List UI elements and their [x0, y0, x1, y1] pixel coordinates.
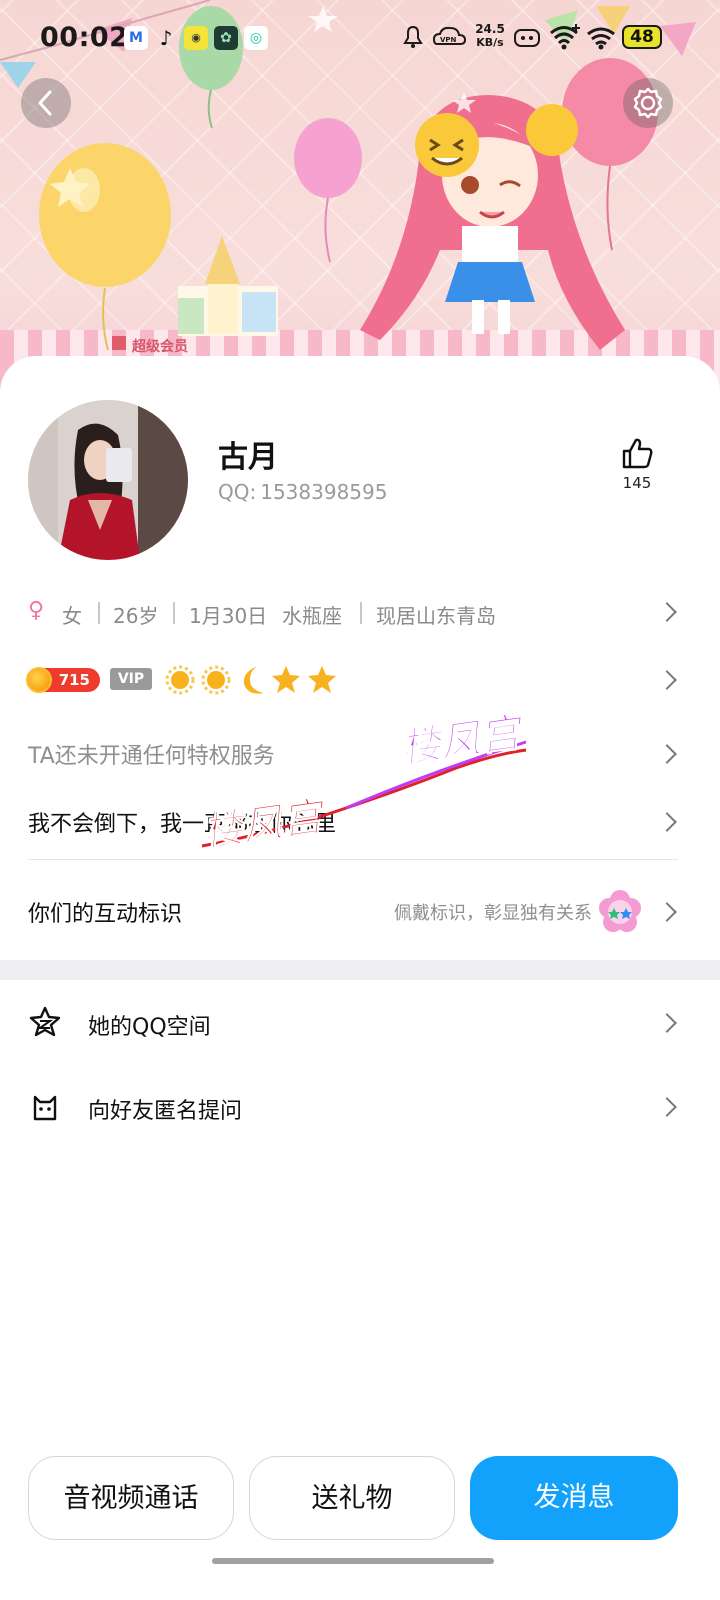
star-icon: [308, 666, 336, 693]
chevron-left-icon: [38, 90, 52, 116]
wifi-icon: [587, 27, 615, 50]
profile-name: 古月: [218, 440, 278, 475]
back-button[interactable]: [21, 78, 71, 128]
chevron-right-icon: [657, 670, 677, 690]
interaction-tag-label: 你们的互动标识: [28, 902, 183, 927]
wifi-plus-icon: [550, 24, 580, 50]
network-speed: 24.5 KB/s: [472, 22, 508, 50]
basic-info-row[interactable]: ♀ 女 26岁 1月30日 水瓶座 现居山东青岛: [0, 594, 720, 634]
level-row[interactable]: 715 VIP: [0, 660, 720, 700]
chevron-right-icon: [657, 602, 677, 622]
anon-question-row[interactable]: 向好友匿名提问: [0, 1079, 720, 1135]
game-controller-icon: [514, 29, 540, 47]
level-icons: [165, 665, 336, 695]
interaction-tag-hint: 佩戴标识，彰显独有关系: [394, 903, 592, 924]
qq-label: QQ:: [218, 480, 257, 504]
vpn-label: VPN: [440, 36, 457, 44]
like-button[interactable]: 145: [612, 436, 662, 492]
moon-icon: [243, 666, 264, 694]
chevron-right-icon: [657, 812, 677, 832]
bell-icon: [403, 25, 423, 48]
thumbs-up-icon: [622, 438, 653, 469]
separator: [360, 602, 362, 624]
qzone-label: 她的QQ空间: [88, 1015, 211, 1040]
level-badge: 715: [26, 667, 100, 693]
qzone-star-icon: [29, 1006, 61, 1037]
level-value: 715: [58, 671, 90, 689]
vip-tag: VIP: [110, 668, 152, 690]
sun-icon: [201, 665, 231, 695]
green-app-icon: ◎: [244, 26, 268, 50]
cover-caption: 超级会员: [132, 339, 188, 355]
female-icon: ♀: [28, 598, 45, 623]
gender-text: 女: [62, 604, 82, 628]
location-text: 现居山东青岛: [376, 604, 496, 628]
camera-app-icon: ◉: [184, 26, 208, 50]
chevron-right-icon: [657, 1013, 677, 1033]
avatar[interactable]: [28, 400, 188, 560]
age-text: 26岁: [113, 604, 159, 628]
separator: [173, 602, 175, 624]
avatar-photo: [28, 400, 188, 560]
birthday-text: 1月30日: [189, 604, 268, 628]
chat-app-icon: ✿: [214, 26, 238, 50]
network-speed-value: 24.5: [475, 22, 505, 36]
separator: [98, 602, 100, 624]
qq-number-value: 1538398595: [260, 480, 388, 504]
home-indicator[interactable]: [212, 1558, 494, 1564]
send-message-button[interactable]: 发消息: [470, 1456, 678, 1540]
watermark-overlay: 楼凤宫 楼凤宫: [196, 700, 536, 860]
anon-cat-icon: [33, 1095, 57, 1121]
vpn-icon: VPN: [432, 26, 466, 45]
settings-button[interactable]: [623, 78, 673, 128]
interaction-tag-row[interactable]: 你们的互动标识 佩戴标识，彰显独有关系: [0, 890, 720, 934]
like-count: 145: [622, 474, 652, 492]
star-icon: [272, 666, 300, 693]
gmail-icon: M: [124, 26, 148, 50]
av-call-button[interactable]: 音视频通话: [28, 1456, 234, 1540]
status-time: 00:02: [40, 22, 129, 53]
chevron-right-icon: [657, 1097, 677, 1117]
tiktok-icon: ♪: [159, 26, 173, 50]
qzone-row[interactable]: 她的QQ空间: [0, 995, 720, 1051]
level-coin-icon: [26, 667, 52, 693]
chevron-right-icon: [657, 902, 677, 922]
status-bar: 00:02 M ♪ ◉ ✿ ◎ VPN 24.5 KB/s 48: [0, 0, 720, 74]
gear-icon: [633, 87, 663, 119]
battery-indicator: 48: [622, 25, 662, 49]
section-gap: [0, 960, 720, 980]
sun-icon: [165, 665, 195, 695]
anon-question-label: 向好友匿名提问: [88, 1099, 243, 1124]
chevron-right-icon: [657, 744, 677, 764]
flower-badge-icon: [599, 890, 641, 932]
zodiac-text: 水瓶座: [282, 604, 342, 628]
network-speed-unit: KB/s: [476, 36, 504, 49]
send-gift-button[interactable]: 送礼物: [249, 1456, 455, 1540]
qq-number[interactable]: QQ: 1538398595: [218, 480, 387, 504]
